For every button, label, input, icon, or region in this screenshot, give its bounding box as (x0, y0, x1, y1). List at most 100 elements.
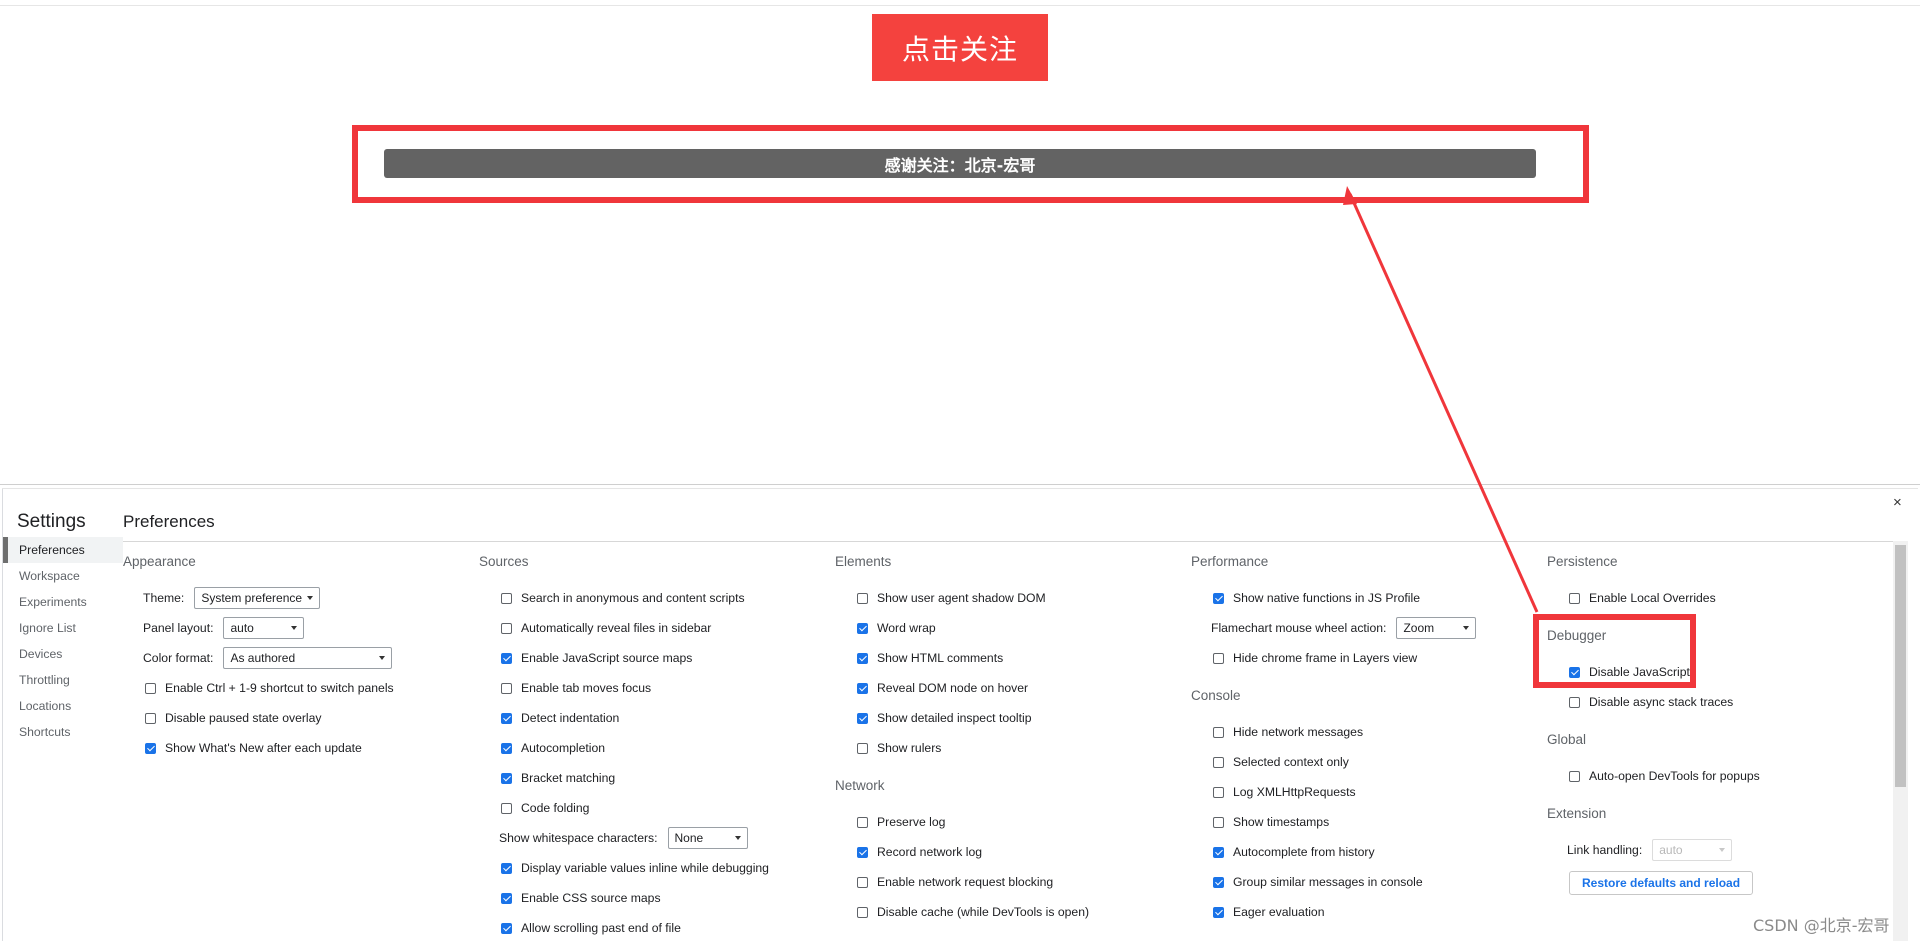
checkbox-row-disable-javascript[interactable]: Disable JavaScript (1547, 657, 1877, 687)
theme-select[interactable]: System preference (194, 587, 321, 609)
checkbox-row[interactable]: Eager evaluation (1191, 897, 1521, 927)
checkbox-row[interactable]: Bracket matching (479, 763, 809, 793)
sidebar-item-experiments[interactable]: Experiments (3, 589, 123, 615)
sidebar-item-locations[interactable]: Locations (3, 693, 123, 719)
checkbox-row[interactable]: Preserve log (835, 807, 1165, 837)
checkbox-row[interactable]: Show user agent shadow DOM (835, 583, 1165, 613)
checkbox[interactable] (501, 712, 512, 724)
checkbox[interactable] (145, 682, 156, 694)
checkbox[interactable] (1213, 846, 1224, 858)
checkbox[interactable] (857, 652, 868, 664)
checkbox[interactable] (501, 652, 512, 664)
whitespace-select[interactable]: None (667, 827, 748, 849)
checkbox-row[interactable]: Enable Local Overrides (1547, 583, 1877, 613)
checkbox[interactable] (501, 682, 512, 694)
checkbox[interactable] (857, 816, 868, 828)
checkbox[interactable] (857, 682, 868, 694)
checkbox-row[interactable]: Record network log (835, 837, 1165, 867)
checkbox[interactable] (1213, 816, 1224, 828)
close-icon[interactable]: × (1893, 495, 1902, 510)
checkbox-row[interactable]: Enable Ctrl + 1-9 shortcut to switch pan… (123, 673, 453, 703)
checkbox[interactable] (1213, 906, 1224, 918)
sidebar-item-devices[interactable]: Devices (3, 641, 123, 667)
checkbox[interactable] (501, 922, 512, 934)
checkbox-row[interactable]: Log XMLHttpRequests (1191, 777, 1521, 807)
checkbox-row[interactable]: Show HTML comments (835, 643, 1165, 673)
checkbox[interactable] (857, 712, 868, 724)
checkbox-row[interactable]: Autocomplete from history (1191, 837, 1521, 867)
chevron-down-icon (734, 836, 741, 840)
checkbox-row[interactable]: Word wrap (835, 613, 1165, 643)
checkbox-row[interactable]: Code folding (479, 793, 809, 823)
sidebar-item-shortcuts[interactable]: Shortcuts (3, 719, 123, 745)
checkbox[interactable] (1213, 652, 1224, 664)
scrollbar-thumb[interactable] (1895, 545, 1906, 787)
checkbox-row[interactable]: Enable JavaScript source maps (479, 643, 809, 673)
checkbox[interactable] (857, 592, 868, 604)
checkbox[interactable] (857, 876, 868, 888)
checkbox[interactable] (1213, 592, 1224, 604)
checkbox-row[interactable]: Group similar messages in console (1191, 867, 1521, 897)
checkbox[interactable] (857, 742, 868, 754)
devtools-settings-panel: × Settings Preferences Workspace Experim… (0, 484, 1920, 941)
color-format-row: Color format: As authored (123, 643, 453, 673)
color-format-select[interactable]: As authored (223, 647, 393, 669)
restore-defaults-button[interactable]: Restore defaults and reload (1569, 871, 1754, 895)
checkbox-row[interactable]: Show timestamps (1191, 807, 1521, 837)
checkbox-label: Show user agent shadow DOM (877, 591, 1046, 605)
checkbox-row[interactable]: Autocompletion (479, 733, 809, 763)
panel-divider (123, 541, 1893, 542)
checkbox-row[interactable]: Auto-open DevTools for popups (1547, 761, 1877, 791)
checkbox-row[interactable]: Enable CSS source maps (479, 883, 809, 913)
checkbox[interactable] (857, 622, 868, 634)
checkbox-row[interactable]: Show native functions in JS Profile (1191, 583, 1521, 613)
checkbox-row[interactable]: Reveal DOM node on hover (835, 673, 1165, 703)
follow-button[interactable]: 点击关注 (872, 14, 1048, 81)
checkbox-row[interactable]: Disable async stack traces (1547, 687, 1877, 717)
checkbox[interactable] (501, 622, 512, 634)
checkbox[interactable] (501, 742, 512, 754)
sidebar-item-throttling[interactable]: Throttling (3, 667, 123, 693)
checkbox[interactable] (857, 846, 868, 858)
panel-layout-select[interactable]: auto (223, 617, 305, 639)
checkbox-row[interactable]: Enable network request blocking (835, 867, 1165, 897)
checkbox[interactable] (1213, 876, 1224, 888)
checkbox-row[interactable]: Display variable values inline while deb… (479, 853, 809, 883)
checkbox-row[interactable]: Selected context only (1191, 747, 1521, 777)
checkbox[interactable] (501, 772, 512, 784)
checkbox-row[interactable]: Detect indentation (479, 703, 809, 733)
checkbox[interactable] (1213, 786, 1224, 798)
checkbox-row[interactable]: Show detailed inspect tooltip (835, 703, 1165, 733)
wheel-action-select[interactable]: Zoom (1396, 617, 1477, 639)
checkbox-row[interactable]: Allow scrolling past end of file (479, 913, 809, 943)
checkbox[interactable] (857, 906, 868, 918)
checkbox[interactable] (1569, 696, 1580, 708)
checkbox-row[interactable]: Enable tab moves focus (479, 673, 809, 703)
checkbox[interactable] (1569, 770, 1580, 782)
checkbox-label: Log XMLHttpRequests (1233, 785, 1356, 799)
checkbox-row[interactable]: Show What's New after each update (123, 733, 453, 763)
checkbox-row[interactable]: Hide network messages (1191, 717, 1521, 747)
checkbox-row[interactable]: Search in anonymous and content scripts (479, 583, 809, 613)
checkbox-row[interactable]: Automatically reveal files in sidebar (479, 613, 809, 643)
checkbox[interactable] (501, 802, 512, 814)
sidebar-item-workspace[interactable]: Workspace (3, 563, 123, 589)
checkbox[interactable] (1569, 592, 1580, 604)
checkbox-label: Allow scrolling past end of file (521, 921, 681, 935)
checkbox-label: Auto-open DevTools for popups (1589, 769, 1760, 783)
checkbox[interactable] (145, 742, 156, 754)
sidebar-item-preferences[interactable]: Preferences (3, 537, 123, 563)
checkbox-row[interactable]: Show rulers (835, 733, 1165, 763)
checkbox-row[interactable]: Disable cache (while DevTools is open) (835, 897, 1165, 927)
color-format-label: Color format: (143, 651, 214, 665)
checkbox[interactable] (1213, 756, 1224, 768)
checkbox[interactable] (501, 862, 512, 874)
checkbox[interactable] (1213, 726, 1224, 738)
checkbox[interactable] (1569, 666, 1580, 678)
sidebar-item-ignore-list[interactable]: Ignore List (3, 615, 123, 641)
checkbox-row[interactable]: Disable paused state overlay (123, 703, 453, 733)
checkbox[interactable] (501, 892, 512, 904)
checkbox-row[interactable]: Hide chrome frame in Layers view (1191, 643, 1521, 673)
checkbox[interactable] (145, 712, 156, 724)
checkbox[interactable] (501, 592, 512, 604)
